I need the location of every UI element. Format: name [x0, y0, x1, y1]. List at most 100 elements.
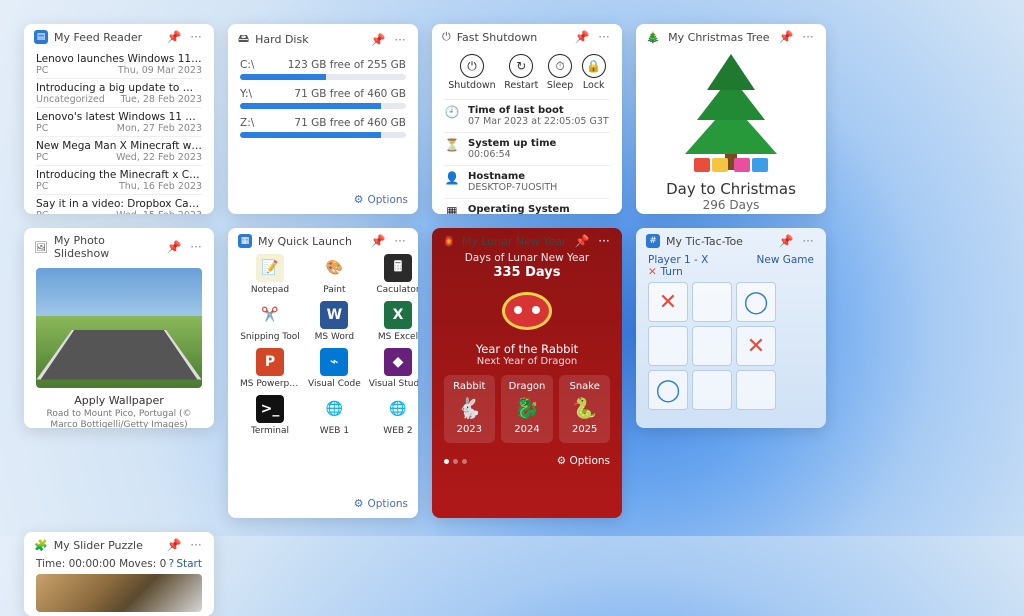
pin-icon[interactable]: 📌: [166, 538, 182, 552]
app-shortcut[interactable]: ⌁ Visual Code: [308, 348, 361, 389]
app-shortcut[interactable]: W MS Word: [308, 301, 361, 342]
drive-row: C:\123 GB free of 255 GB: [240, 59, 406, 80]
app-shortcut[interactable]: 🖩 Caculator: [369, 254, 418, 295]
feed-item[interactable]: Lenovo's latest Windows 11 PCs embrace h…: [36, 107, 202, 136]
info-value: DESKTOP-7UOSITH: [468, 182, 557, 193]
start-button[interactable]: Start: [176, 558, 202, 570]
new-game-button[interactable]: New Game: [757, 254, 815, 278]
app-shortcut[interactable]: 🎨 Paint: [308, 254, 361, 295]
zodiac-name: Rabbit: [452, 381, 487, 392]
options-link[interactable]: ⚙ Options: [557, 455, 610, 467]
options-link[interactable]: ⚙Options: [228, 189, 418, 214]
quick-launch-title: My Quick Launch: [258, 235, 364, 248]
more-icon[interactable]: ···: [392, 33, 408, 47]
help-button[interactable]: ?: [169, 558, 175, 570]
feed-item-source: PC: [36, 152, 48, 163]
ttt-cell[interactable]: ✕: [648, 282, 688, 322]
more-icon[interactable]: ···: [392, 234, 408, 248]
more-icon[interactable]: ···: [188, 538, 204, 552]
app-label: Caculator: [376, 285, 418, 295]
widget-feed-reader: ▤ My Feed Reader 📌 ··· Lenovo launches W…: [24, 24, 214, 214]
app-icon: ⌁: [320, 348, 348, 376]
feed-item[interactable]: New Mega Man X Minecraft world inspired …: [36, 136, 202, 165]
options-link[interactable]: ⚙Options: [228, 493, 418, 518]
pin-icon[interactable]: 📌: [778, 30, 794, 44]
feed-item-source: PC: [36, 181, 48, 192]
ttt-cell[interactable]: ◯: [736, 282, 776, 322]
app-shortcut[interactable]: 📝 Notepad: [240, 254, 300, 295]
lion-dance-graphic: [492, 286, 562, 336]
feed-item[interactable]: Introducing a big update to Windows 11 m…: [36, 78, 202, 107]
options-link[interactable]: ⚙Options: [636, 424, 826, 428]
zodiac-card[interactable]: Rabbit 🐇 2023: [444, 375, 495, 443]
sleep-button[interactable]: ⏱ Sleep: [547, 54, 573, 91]
ttt-cell[interactable]: ◯: [648, 370, 688, 410]
ttt-cell[interactable]: [692, 370, 732, 410]
shutdown-title: Fast Shutdown: [457, 31, 568, 44]
drive-free-text: 71 GB free of 460 GB: [294, 88, 406, 100]
ttt-cell[interactable]: ✕: [736, 326, 776, 366]
pin-icon[interactable]: 📌: [574, 30, 590, 44]
shutdown-button[interactable]: ⏻ Shutdown: [448, 54, 495, 91]
zodiac-card[interactable]: Dragon 🐉 2024: [501, 375, 554, 443]
feed-item-title: Lenovo launches Windows 11-powered...: [36, 53, 202, 65]
app-shortcut[interactable]: ◆ Visual Studio: [369, 348, 418, 389]
pin-icon[interactable]: 📌: [574, 234, 590, 248]
app-shortcut[interactable]: P MS Powerpoi...: [240, 348, 300, 389]
drive-free-text: 71 GB free of 460 GB: [294, 117, 406, 129]
app-shortcut[interactable]: ✂️ Snipping Tool: [240, 301, 300, 342]
pin-icon[interactable]: 📌: [370, 33, 386, 47]
more-icon[interactable]: ···: [800, 30, 816, 44]
christmas-tree-graphic: [676, 54, 786, 174]
puzzle-image[interactable]: [36, 574, 202, 612]
pin-icon[interactable]: 📌: [778, 234, 794, 248]
ttt-cell[interactable]: [736, 370, 776, 410]
tree-icon: 🎄: [646, 31, 660, 44]
feed-item[interactable]: Lenovo launches Windows 11-powered... PC…: [36, 50, 202, 78]
puzzle-icon: 🧩: [34, 539, 48, 552]
app-shortcut[interactable]: 🌐 WEB 1: [308, 395, 361, 436]
feed-item-date: Thu, 16 Feb 2023: [119, 181, 202, 192]
feed-item-source: PC: [36, 123, 48, 134]
lunar-sub: Days of Lunar New Year: [444, 252, 610, 264]
app-label: Visual Studio: [369, 379, 418, 389]
feed-item[interactable]: Introducing the Minecraft x Crocs collec…: [36, 165, 202, 194]
app-shortcut[interactable]: 🌐 WEB 2: [369, 395, 418, 436]
more-icon[interactable]: ···: [596, 234, 612, 248]
info-icon: 👤: [444, 171, 460, 193]
restart-button[interactable]: ↻ Restart: [504, 54, 538, 91]
app-icon: 🌐: [320, 395, 348, 423]
lock-button[interactable]: 🔒 Lock: [582, 54, 606, 91]
feed-item-date: Mon, 27 Feb 2023: [117, 123, 202, 134]
widget-tic-tac-toe: # My Tic-Tac-Toe 📌 ··· Player 1 - X ✕ Tu…: [636, 228, 826, 428]
app-icon: >_: [256, 395, 284, 423]
pin-icon[interactable]: 📌: [370, 234, 386, 248]
app-shortcut[interactable]: >_ Terminal: [240, 395, 300, 436]
page-dots[interactable]: [444, 459, 467, 464]
feed-item-title: Lenovo's latest Windows 11 PCs embrace h…: [36, 111, 202, 123]
ttt-cell[interactable]: [692, 282, 732, 322]
ttt-cell[interactable]: [692, 326, 732, 366]
app-label: Terminal: [251, 426, 289, 436]
info-icon: 🕘: [444, 105, 460, 127]
app-shortcut[interactable]: X MS Excel: [369, 301, 418, 342]
more-icon[interactable]: ···: [188, 30, 204, 44]
more-icon[interactable]: ···: [596, 30, 612, 44]
more-icon[interactable]: ···: [800, 234, 816, 248]
drive-label: Z:\: [240, 117, 254, 129]
more-icon[interactable]: ···: [188, 240, 204, 254]
zodiac-card[interactable]: Snake 🐍 2025: [559, 375, 610, 443]
apply-wallpaper-button[interactable]: Apply Wallpaper: [36, 394, 202, 407]
zodiac-icon: 🐇: [452, 396, 487, 420]
pin-icon[interactable]: 📌: [166, 240, 182, 254]
pin-icon[interactable]: 📌: [166, 30, 182, 44]
ttt-title: My Tic-Tac-Toe: [666, 235, 772, 248]
drive-label: C:\: [240, 59, 254, 71]
zodiac-name: Dragon: [509, 381, 546, 392]
ttt-cell[interactable]: [648, 326, 688, 366]
feed-item[interactable]: Say it in a video: Dropbox Capture makes…: [36, 194, 202, 214]
app-icon: ◆: [384, 348, 412, 376]
widget-photo-slideshow: 🖼 My Photo Slideshow 📌 ··· Apply Wallpap…: [24, 228, 214, 428]
power-icon: ⏻: [442, 30, 451, 44]
slideshow-image[interactable]: [36, 268, 202, 388]
